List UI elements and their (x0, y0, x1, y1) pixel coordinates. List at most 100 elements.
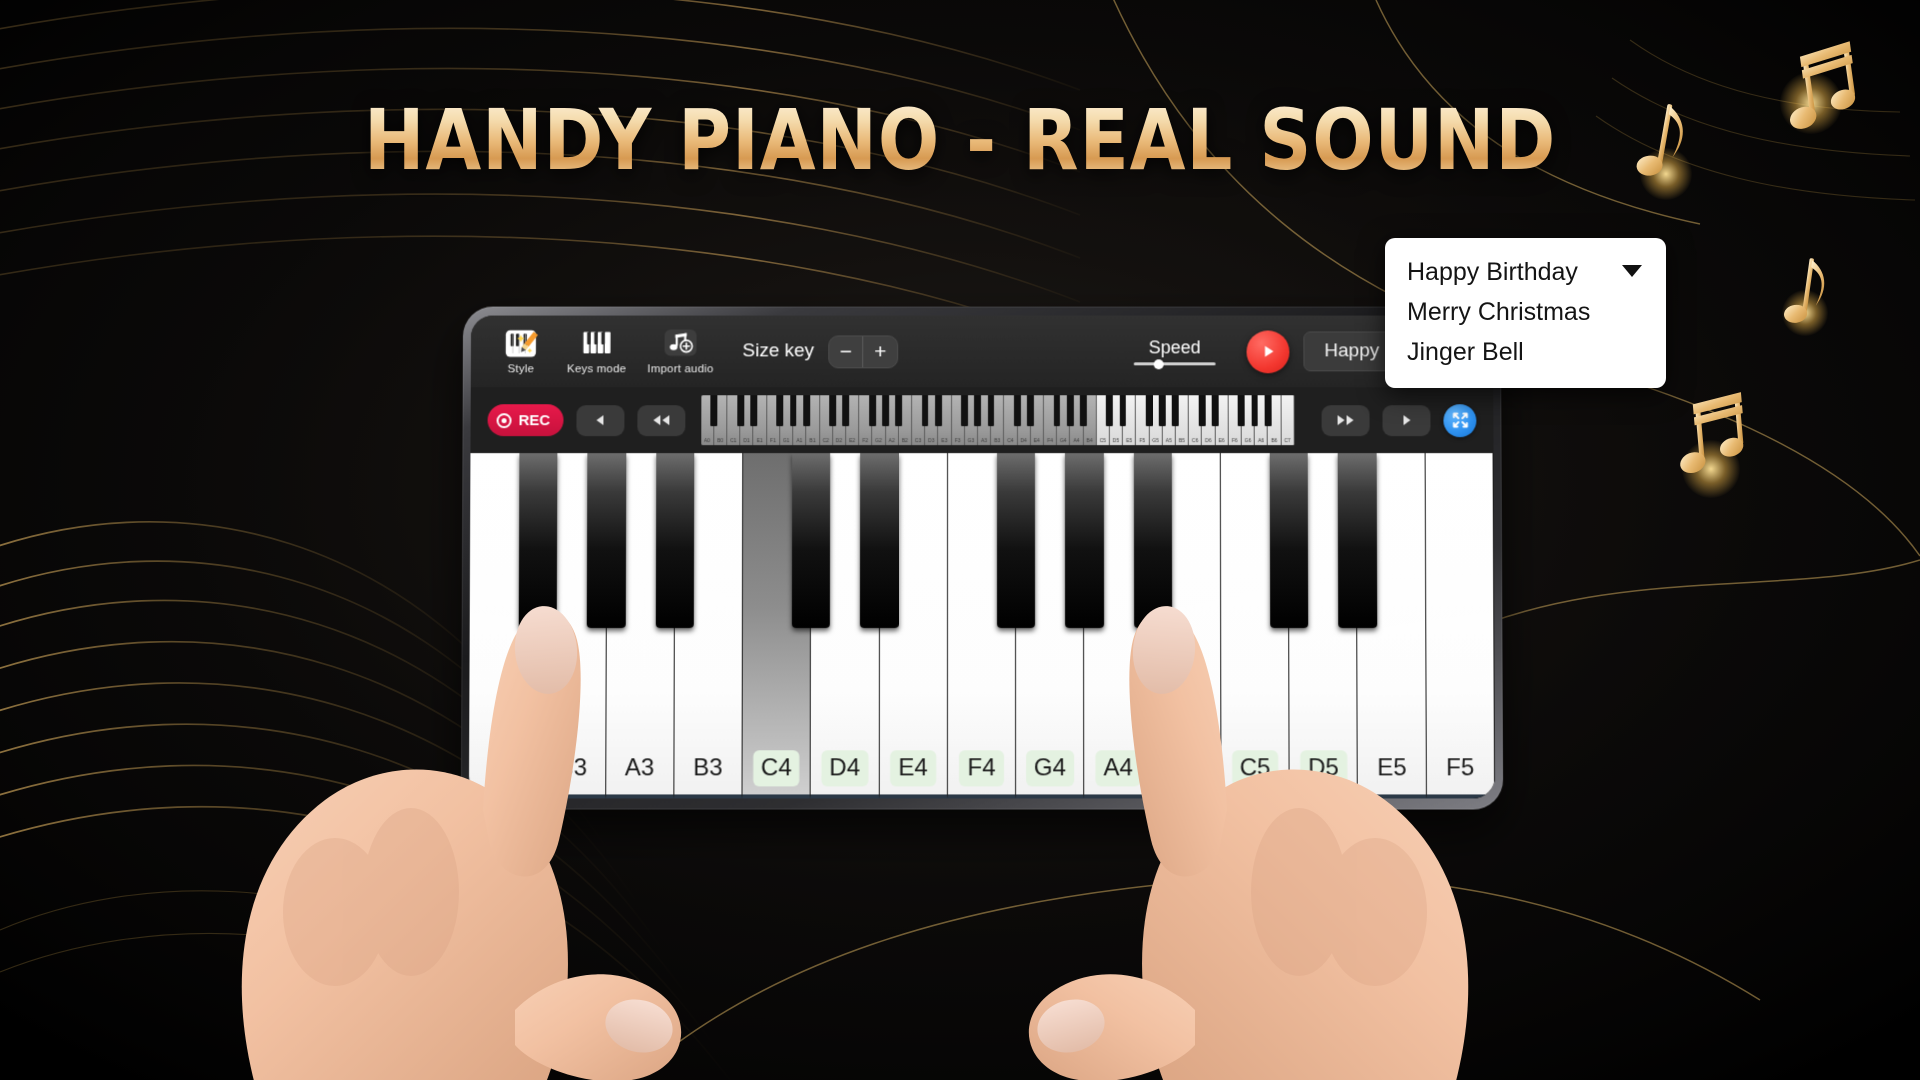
rewind-button[interactable] (637, 405, 685, 436)
piano-black-key[interactable] (792, 453, 830, 628)
size-key-minus-button[interactable]: − (829, 336, 862, 367)
mini-black-key[interactable] (1080, 395, 1087, 426)
piano-key-label: E5 (1369, 750, 1415, 786)
mini-black-key[interactable] (1212, 395, 1219, 426)
mini-black-key[interactable] (935, 395, 942, 426)
mini-black-key[interactable] (1199, 395, 1206, 426)
mini-black-key[interactable] (1054, 395, 1061, 426)
toolbar-button-import-audio[interactable]: Import audio (635, 316, 727, 388)
mini-black-key[interactable] (711, 395, 718, 426)
play-song-button[interactable] (1246, 330, 1289, 373)
previous-button[interactable] (576, 405, 624, 436)
record-icon (497, 413, 512, 428)
mini-key-label: E2 (846, 439, 858, 444)
mini-keyboard-overview[interactable]: A0 B0 C1 D1 E1 F1 G1 A1 B1 C2 D2 E2 F2 G2 A2 B2 C3 D3 E3 F3… (701, 395, 1295, 445)
mini-black-key[interactable] (895, 395, 902, 426)
piano-black-key[interactable] (1338, 453, 1377, 628)
piano-keyboard[interactable]: F3 G3 A3 B3 C4 D4 E4 F4 G4 A4 B4 C5 D5 E5 F5 (469, 453, 1495, 798)
dropdown-option-label: Happy Birthday (1407, 258, 1578, 286)
music-note-plus-icon (663, 328, 699, 360)
speed-slider-track[interactable] (1134, 362, 1216, 365)
mini-key-label: A4 (1070, 439, 1082, 444)
mini-black-key[interactable] (777, 395, 784, 426)
dropdown-option-0[interactable]: Happy Birthday (1385, 252, 1666, 292)
mini-key-label: B4 (1083, 439, 1095, 444)
piano-black-key[interactable] (1270, 453, 1309, 628)
mini-key-label: G4 (1057, 439, 1069, 444)
speed-slider-thumb[interactable] (1153, 359, 1163, 369)
mini-black-key[interactable] (1238, 395, 1245, 426)
mini-black-key[interactable] (1067, 395, 1074, 426)
mini-key-label: C5 (1097, 439, 1109, 444)
piano-key-label: C5 (1232, 750, 1279, 786)
toolbar-label-keys-mode: Keys mode (567, 363, 626, 375)
piano-key-label: B3 (685, 750, 731, 786)
mini-black-key[interactable] (974, 395, 981, 426)
mini-key-label: B5 (1176, 439, 1188, 444)
mini-key-label: D6 (1202, 439, 1214, 444)
song-dropdown-panel[interactable]: Happy Birthday Merry Christmas Jinger Be… (1385, 238, 1666, 388)
mini-key-label: B3 (991, 439, 1003, 444)
mini-black-key[interactable] (869, 395, 876, 426)
page-title-container: HANDY PIANO - REAL SOUND (0, 98, 1920, 182)
mini-black-key[interactable] (750, 395, 757, 426)
mini-black-key[interactable] (1251, 395, 1258, 426)
mini-black-key[interactable] (882, 395, 889, 426)
mini-black-key[interactable] (1119, 395, 1126, 426)
mini-black-key[interactable] (1014, 395, 1021, 426)
piano-black-key[interactable] (1065, 453, 1103, 628)
mini-key[interactable]: C7 (1281, 395, 1294, 445)
piano-black-key[interactable] (655, 453, 694, 628)
mini-black-key[interactable] (1146, 395, 1153, 426)
mini-key-label: G5 (1149, 439, 1161, 444)
mini-key-label: C7 (1281, 439, 1293, 444)
mini-black-key[interactable] (1159, 395, 1166, 426)
mini-black-key[interactable] (1027, 395, 1034, 426)
fullscreen-expand-icon (1450, 410, 1470, 430)
mini-black-key[interactable] (988, 395, 995, 426)
mini-key-label: F5 (1136, 439, 1148, 444)
piano-key-label: F4 (959, 750, 1003, 786)
dropdown-option-1[interactable]: Merry Christmas (1385, 292, 1666, 332)
piano-white-key[interactable]: F5 (1425, 453, 1495, 798)
toolbar-button-style[interactable]: Style (483, 316, 559, 388)
mini-black-key[interactable] (829, 395, 836, 426)
piano-black-key[interactable] (1133, 453, 1171, 628)
mini-black-key[interactable] (737, 395, 744, 426)
mini-black-key[interactable] (1172, 395, 1179, 426)
piano-black-key[interactable] (997, 453, 1035, 628)
mini-key-label: A3 (978, 439, 990, 444)
play-button[interactable] (1382, 405, 1430, 436)
fast-forward-button[interactable] (1322, 405, 1370, 436)
mini-key-label: B0 (714, 439, 726, 444)
mini-black-key[interactable] (803, 395, 810, 426)
piano-key-label: G3 (547, 750, 595, 786)
record-button[interactable]: REC (488, 404, 564, 436)
chevron-down-icon[interactable] (1622, 265, 1642, 277)
mini-black-key[interactable] (843, 395, 850, 426)
fullscreen-button[interactable] (1443, 404, 1476, 437)
size-key-label: Size key (742, 340, 814, 362)
piano-key-label: A3 (617, 750, 663, 786)
speed-control[interactable]: Speed (1125, 337, 1225, 365)
piano-black-key[interactable] (587, 453, 626, 628)
mini-key-label: E5 (1123, 439, 1135, 444)
toolbar-button-keys-mode[interactable]: Keys mode (559, 316, 635, 388)
transport-bar: REC A0 B0 C1 D1 E1 F1 G1 A1 B1 C2 D2 E2 F2 G2 A2 B (470, 387, 1493, 453)
mini-black-key[interactable] (922, 395, 929, 426)
record-label: REC (519, 412, 551, 429)
mini-key-label: A2 (886, 439, 898, 444)
mini-black-key[interactable] (1106, 395, 1113, 426)
piano-black-key[interactable] (519, 453, 558, 628)
size-key-stepper[interactable]: − + (828, 335, 898, 368)
piano-black-key[interactable] (860, 453, 898, 628)
mini-key-label: F6 (1229, 439, 1241, 444)
phone-mockup: Style Keys mode Import audio Size key − … (461, 307, 1503, 810)
piano-key-label: C4 (753, 750, 800, 786)
mini-key-label: E1 (754, 439, 766, 444)
mini-black-key[interactable] (961, 395, 968, 426)
mini-black-key[interactable] (790, 395, 797, 426)
dropdown-option-2[interactable]: Jinger Bell (1385, 332, 1666, 372)
mini-black-key[interactable] (1264, 395, 1271, 426)
size-key-plus-button[interactable]: + (864, 336, 897, 367)
